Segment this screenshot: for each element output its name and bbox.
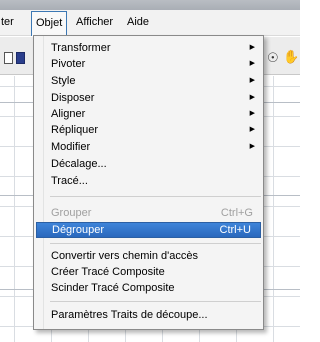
menu-item-label: Modifier — [51, 141, 91, 153]
menu-editer[interactable]: ter — [1, 11, 14, 36]
menu-item-shortcut: Ctrl+G — [220, 207, 253, 219]
menu-item-decalage[interactable]: Décalage... — [35, 156, 262, 172]
submenu-arrow-icon: ▶ — [249, 44, 255, 51]
menu-item-label: Disposer — [51, 92, 95, 104]
submenu-arrow-icon: ▶ — [249, 143, 255, 150]
menu-item-label: Pivoter — [51, 58, 86, 70]
submenu-arrow-icon: ▶ — [249, 126, 255, 133]
hand-icon[interactable]: ✋ — [283, 50, 299, 63]
menu-item-convertir-chemin[interactable]: Convertir vers chemin d'accès — [35, 248, 262, 264]
menu-item-shortcut: Ctrl+U — [219, 224, 251, 236]
menu-item-modifier[interactable]: Modifier ▶ — [35, 139, 262, 155]
menu-item-trace[interactable]: Tracé... — [35, 173, 262, 189]
menu-item-label: Décalage... — [51, 158, 107, 170]
menu-item-parametres-traits-decoupe[interactable]: Paramètres Traits de découpe... — [35, 307, 262, 323]
menu-item-label: Scinder Tracé Composite — [51, 282, 175, 294]
menu-item-label: Tracé... — [51, 175, 88, 187]
menu-item-label: Style — [51, 75, 76, 87]
menu-item-creer-trace-composite[interactable]: Créer Tracé Composite — [35, 264, 262, 280]
menu-item-label: Grouper — [51, 207, 92, 219]
menu-item-degrouper[interactable]: Dégrouper Ctrl+U — [36, 222, 261, 238]
menu-item-label: Dégrouper — [52, 224, 104, 236]
menu-item-label: Créer Tracé Composite — [51, 266, 165, 278]
color-swatch-icon[interactable] — [16, 52, 25, 64]
menu-item-disposer[interactable]: Disposer ▶ — [35, 90, 262, 106]
menu-item-style[interactable]: Style ▶ — [35, 73, 262, 89]
submenu-arrow-icon: ▶ — [249, 94, 255, 101]
menu-item-label: Répliquer — [51, 124, 99, 136]
menu-objet[interactable]: Objet — [31, 11, 68, 36]
menu-item-label: Paramètres Traits de découpe... — [51, 309, 208, 321]
menu-item-repliquer[interactable]: Répliquer ▶ — [35, 122, 262, 138]
window-title-bar — [0, 0, 300, 10]
zoom-icon[interactable]: ☉ — [267, 51, 279, 64]
menu-item-pivoter[interactable]: Pivoter ▶ — [35, 56, 262, 72]
menu-item-aligner[interactable]: Aligner ▶ — [35, 106, 262, 122]
menu-separator — [50, 301, 261, 302]
menu-item-label: Transformer — [51, 42, 111, 54]
page-icon[interactable] — [4, 52, 13, 64]
menu-item-transformer[interactable]: Transformer ▶ — [35, 40, 262, 56]
menu-separator — [50, 196, 261, 197]
menu-item-scinder-trace-composite[interactable]: Scinder Tracé Composite — [35, 280, 262, 296]
menu-separator — [50, 243, 261, 244]
submenu-arrow-icon: ▶ — [249, 77, 255, 84]
objet-dropdown-menu: Transformer ▶ Pivoter ▶ Style ▶ Disposer… — [33, 35, 264, 330]
menu-item-grouper: Grouper Ctrl+G — [35, 205, 262, 221]
submenu-arrow-icon: ▶ — [249, 110, 255, 117]
submenu-arrow-icon: ▶ — [249, 60, 255, 67]
menu-aide[interactable]: Aide — [127, 11, 149, 36]
menu-item-label: Aligner — [51, 108, 86, 120]
menu-afficher[interactable]: Afficher — [76, 11, 113, 36]
menu-item-label: Convertir vers chemin d'accès — [51, 250, 198, 262]
